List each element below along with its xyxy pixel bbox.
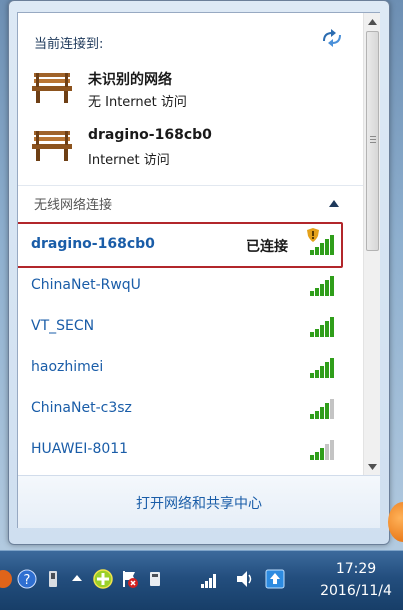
clock-date: 2016/11/4	[320, 583, 392, 599]
connection-status: 无 Internet 访问	[88, 95, 187, 110]
svg-text:?: ?	[24, 573, 31, 588]
thumb-grip	[370, 142, 376, 143]
device-icon[interactable]	[144, 568, 166, 590]
network-item-haozhimei[interactable]: haozhimei	[22, 349, 345, 387]
scroll-up-icon	[368, 18, 377, 25]
volume-icon[interactable]	[234, 568, 256, 590]
refresh-icon[interactable]	[320, 29, 344, 47]
network-list-area: 当前连接到: 未识别的网络 无 Internet 访问 dragino-168c…	[18, 13, 363, 475]
signal-strength-icon	[310, 276, 334, 296]
phone-icon[interactable]	[42, 568, 64, 590]
bench-network-icon	[32, 73, 72, 103]
bench-network-icon	[32, 131, 72, 161]
open-network-sharing-center-link[interactable]: 打开网络和共享中心	[18, 493, 380, 513]
flyout-footer: 打开网络和共享中心	[18, 475, 380, 528]
connected-status: 已连接	[246, 239, 288, 255]
system-clock[interactable]: 17:29 2016/11/4	[314, 558, 398, 602]
scroll-down-button[interactable]	[364, 458, 381, 475]
vertical-scrollbar[interactable]	[363, 13, 380, 475]
collapse-arrow-icon[interactable]	[326, 198, 342, 210]
app-tray-icon[interactable]	[0, 568, 14, 590]
upload-icon[interactable]	[264, 568, 286, 590]
network-item-vt-secn[interactable]: VT_SECN	[22, 308, 345, 346]
signal-strength-icon	[310, 358, 334, 378]
network-name: dragino-168cb0	[31, 236, 155, 252]
network-signal-tray-icon[interactable]	[198, 568, 220, 590]
network-item-chinanet-c3sz[interactable]: ChinaNet-c3sz	[22, 390, 345, 428]
app-plus-icon[interactable]	[92, 568, 114, 590]
section-divider	[18, 185, 363, 186]
network-name: HUAWEI-8011	[31, 441, 129, 457]
connection-item-unidentified: 未识别的网络 无 Internet 访问	[30, 65, 350, 113]
signal-strength-icon	[310, 399, 334, 419]
help-icon[interactable]: ?	[16, 568, 38, 590]
signal-strength-icon	[310, 235, 334, 255]
connection-status: Internet 访问	[88, 153, 170, 168]
connection-name: dragino-168cb0	[88, 127, 212, 143]
thumb-grip	[370, 139, 376, 140]
network-name: ChinaNet-c3sz	[31, 400, 132, 416]
network-flyout: 当前连接到: 未识别的网络 无 Internet 访问 dragino-168c…	[17, 12, 380, 528]
thumb-grip	[370, 136, 376, 137]
network-name: haozhimei	[31, 359, 104, 375]
signal-strength-icon	[310, 317, 334, 337]
network-item-huawei-8011[interactable]: HUAWEI-8011	[22, 431, 345, 469]
taskbar: ? 17:29 2016/11/4	[0, 550, 403, 610]
signal-strength-icon	[310, 440, 334, 460]
network-item-chinanet-rwqu[interactable]: ChinaNet-RwqU	[22, 267, 345, 305]
show-hidden-icons-icon[interactable]	[66, 568, 88, 590]
wireless-section-label: 无线网络连接	[34, 198, 113, 213]
scroll-up-button[interactable]	[364, 13, 381, 30]
desktop-app-icon	[388, 502, 403, 542]
clock-time: 17:29	[335, 561, 377, 577]
action-center-flag-icon[interactable]	[118, 568, 140, 590]
scroll-thumb[interactable]	[366, 31, 379, 251]
network-name: ChinaNet-RwqU	[31, 277, 141, 293]
connection-item-dragino: dragino-168cb0 Internet 访问	[30, 123, 350, 171]
network-item-dragino[interactable]: dragino-168cb0 已连接	[22, 226, 345, 264]
connection-name: 未识别的网络	[88, 72, 172, 88]
current-connections-label: 当前连接到:	[34, 37, 104, 52]
network-name: VT_SECN	[31, 318, 95, 334]
scroll-down-icon	[368, 463, 377, 470]
